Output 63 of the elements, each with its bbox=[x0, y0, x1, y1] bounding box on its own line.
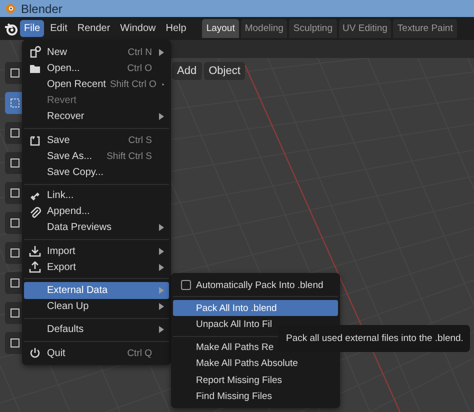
tool-icon bbox=[8, 216, 22, 230]
app-logo-icon bbox=[5, 3, 16, 14]
menu-entry[interactable]: Open Recent Shift Ctrl O bbox=[24, 76, 169, 93]
menu-entry[interactable]: Defaults bbox=[24, 322, 169, 338]
menu-entry[interactable]: Append... bbox=[24, 204, 169, 220]
menu-entry[interactable]: New Ctrl N bbox=[24, 44, 169, 60]
menu-entry[interactable]: Export bbox=[24, 259, 169, 276]
tool-icon bbox=[8, 246, 22, 260]
menu-entry[interactable]: Report Missing Files bbox=[173, 372, 338, 388]
menu-entry[interactable]: Quit Ctrl Q bbox=[24, 345, 169, 362]
submenu-arrow-icon bbox=[158, 224, 165, 232]
workspace-tab[interactable]: Texture Paint bbox=[393, 19, 457, 38]
tool-icon bbox=[8, 96, 22, 110]
window-title: Blender bbox=[21, 2, 62, 16]
menu-entry[interactable]: Open... Ctrl O bbox=[24, 60, 169, 76]
tool-icon bbox=[8, 306, 22, 320]
menu-entry[interactable]: Find Missing Files bbox=[173, 388, 338, 404]
menu-entry[interactable]: Save As... Shift Ctrl S bbox=[24, 148, 169, 164]
paperclip-icon bbox=[29, 206, 41, 218]
submenu-arrow-icon bbox=[158, 248, 165, 255]
workspace-tab[interactable]: UV Editing bbox=[338, 19, 392, 38]
tool-icon bbox=[8, 336, 22, 350]
menu-entry[interactable]: Pack All Into .blend bbox=[173, 300, 338, 316]
folder-icon bbox=[29, 62, 41, 74]
tool-icon bbox=[8, 66, 22, 80]
submenu-arrow-icon bbox=[158, 113, 165, 120]
workspace-tab[interactable]: Sculpting bbox=[289, 19, 337, 38]
app-logo-icon[interactable] bbox=[4, 22, 18, 36]
submenu-arrow-icon bbox=[158, 48, 165, 56]
checkbox[interactable] bbox=[181, 280, 191, 290]
menu-entry[interactable]: Import bbox=[24, 243, 169, 260]
submenu-arrow-icon bbox=[158, 287, 165, 294]
submenu-arrow-icon bbox=[158, 303, 165, 310]
export-icon bbox=[29, 261, 41, 274]
tool-icon bbox=[8, 186, 22, 200]
power-icon bbox=[29, 347, 41, 359]
menu-item[interactable]: File bbox=[20, 20, 44, 37]
menu-entry[interactable]: Make All Paths Absolute bbox=[173, 356, 338, 372]
menu-entry[interactable]: Save Ctrl S bbox=[24, 132, 169, 148]
workspace-tab[interactable]: Modeling bbox=[240, 19, 288, 38]
menu-item[interactable]: Window bbox=[116, 20, 160, 37]
header-menu-button[interactable]: Add bbox=[172, 62, 202, 80]
tool-icon bbox=[8, 126, 22, 140]
menu-entry[interactable]: Data Previews bbox=[24, 220, 169, 236]
menu-entry[interactable]: Link... bbox=[24, 188, 169, 204]
import-icon bbox=[29, 245, 41, 258]
tool-icon bbox=[8, 276, 22, 290]
menu-item[interactable]: Render bbox=[73, 20, 114, 37]
menu-entry[interactable]: Clean Up bbox=[24, 298, 169, 315]
tool-icon bbox=[8, 156, 22, 170]
submenu-arrow-icon bbox=[158, 326, 165, 334]
menu-entry[interactable]: Save Copy... bbox=[24, 164, 169, 180]
new-file-icon bbox=[29, 46, 41, 58]
save-icon bbox=[29, 134, 41, 146]
submenu-arrow-icon bbox=[158, 264, 165, 271]
menu-entry[interactable]: Recover bbox=[24, 108, 169, 125]
menu-item[interactable]: Edit bbox=[46, 20, 72, 37]
menu-entry[interactable]: Automatically Pack Into .blend bbox=[173, 277, 338, 294]
tooltip: Pack all used external files into the .blend. bbox=[278, 325, 470, 352]
menu-entry[interactable]: External Data bbox=[24, 282, 169, 299]
header-menu-button[interactable]: Object bbox=[204, 62, 246, 80]
menu-item[interactable]: Help bbox=[162, 20, 190, 37]
workspace-tab[interactable]: Layout bbox=[202, 19, 239, 38]
